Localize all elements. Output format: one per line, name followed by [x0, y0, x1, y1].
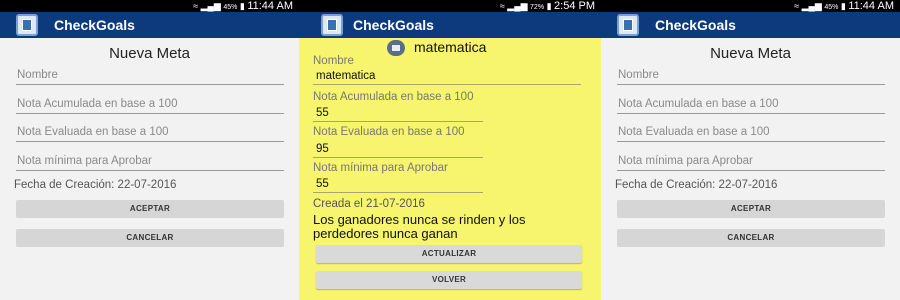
evaluated-grade-underline	[313, 157, 483, 158]
app-logo-icon	[321, 14, 343, 36]
accept-button[interactable]: ACEPTAR	[617, 200, 885, 218]
wifi-icon: ≈	[794, 1, 800, 11]
evaluated-grade-input[interactable]: Nota Evaluada en base a 100	[618, 126, 770, 138]
app-title: CheckGoals	[54, 17, 135, 33]
accumulated-grade-input[interactable]: Nota Acumulada en base a 100	[618, 98, 778, 110]
battery-percent: 72%	[530, 4, 545, 11]
creation-date: Fecha de Creación: 22-07-2016	[14, 179, 177, 191]
clock: 2:54 PM	[554, 0, 595, 12]
name-input[interactable]: Nombre	[17, 69, 58, 81]
back-button[interactable]: VOLVER	[316, 271, 582, 289]
evaluated-grade-underline	[617, 141, 885, 142]
min-pass-grade-input[interactable]: 55	[316, 178, 329, 190]
status-bar: ≈ ▂▄▆ 72% ▮ 2:54 PM	[299, 0, 601, 12]
evaluated-grade-label: Nota Evaluada en base a 100	[313, 126, 465, 138]
min-pass-grade-underline	[617, 170, 885, 171]
app-bar: CheckGoals	[0, 12, 299, 38]
min-pass-grade-input[interactable]: Nota mínima para Aprobar	[618, 155, 753, 167]
cancel-button[interactable]: CANCELAR	[16, 229, 284, 247]
name-label: Nombre	[313, 55, 354, 67]
min-pass-grade-underline	[16, 170, 284, 171]
accumulated-grade-underline	[617, 113, 885, 114]
accumulated-grade-input[interactable]: Nota Acumulada en base a 100	[17, 98, 177, 110]
cancel-button[interactable]: CANCELAR	[617, 229, 885, 247]
evaluated-grade-underline	[16, 141, 284, 142]
app-title: CheckGoals	[353, 17, 434, 33]
battery-icon: ▮	[840, 1, 846, 11]
page-title: Nueva Meta	[710, 45, 791, 62]
name-input[interactable]: matematica	[316, 70, 375, 82]
accumulated-grade-input[interactable]: 55	[316, 107, 329, 119]
accumulated-grade-underline	[16, 113, 284, 114]
battery-icon: ▮	[546, 1, 552, 11]
signal-icon: ▂▄▆	[801, 1, 822, 11]
status-bar: ≈ ▂▄▆ 45% ▮ 11:44 AM	[601, 0, 900, 12]
name-input[interactable]: Nombre	[618, 69, 659, 81]
status-bar: ≈ ▂▄▆ 45% ▮ 11:44 AM	[0, 0, 299, 12]
screen-new-goal-2: ≈ ▂▄▆ 45% ▮ 11:44 AM CheckGoals Nueva Me…	[601, 0, 900, 300]
min-pass-grade-underline	[313, 192, 483, 193]
battery-icon: ▮	[239, 1, 245, 11]
min-pass-grade-label: Nota mínima para Aprobar	[313, 162, 448, 174]
wifi-icon: ≈	[499, 1, 505, 11]
app-logo-icon	[617, 14, 639, 36]
signal-icon: ▂▄▆	[200, 1, 221, 11]
update-button[interactable]: ACTUALIZAR	[316, 245, 582, 263]
screenshot-triptych: ≈ ▂▄▆ 45% ▮ 11:44 AM CheckGoals Nueva Me…	[0, 0, 900, 300]
motivational-quote: Los ganadores nunca se rinden y los perd…	[313, 212, 526, 241]
screen-new-goal-1: ≈ ▂▄▆ 45% ▮ 11:44 AM CheckGoals Nueva Me…	[0, 0, 299, 300]
accept-button[interactable]: ACEPTAR	[16, 200, 284, 218]
created-date: Creada el 21-07-2016	[313, 198, 425, 210]
evaluated-grade-input[interactable]: Nota Evaluada en base a 100	[17, 126, 169, 138]
app-bar: CheckGoals	[299, 12, 601, 38]
signal-icon: ▂▄▆	[507, 1, 528, 11]
creation-date: Fecha de Creación: 22-07-2016	[615, 179, 778, 191]
accumulated-grade-underline	[313, 121, 483, 122]
screen-goal-detail: ≈ ▂▄▆ 72% ▮ 2:54 PM CheckGoals matematic…	[299, 0, 601, 300]
min-pass-grade-input[interactable]: Nota mínima para Aprobar	[17, 155, 152, 167]
app-logo-icon	[16, 14, 38, 36]
name-underline	[313, 84, 581, 85]
name-input-underline	[617, 84, 885, 85]
clock: 11:44 AM	[848, 0, 894, 12]
page-title: Nueva Meta	[109, 45, 190, 62]
battery-percent: 45%	[223, 4, 238, 11]
clock: 11:44 AM	[247, 0, 293, 12]
app-bar: CheckGoals	[601, 12, 900, 38]
goal-name-heading: matematica	[414, 39, 487, 55]
evaluated-grade-input[interactable]: 95	[316, 143, 329, 155]
goal-icon	[387, 40, 405, 56]
battery-percent: 45%	[824, 4, 839, 11]
name-input-underline	[16, 84, 284, 85]
accumulated-grade-label: Nota Acumulada en base a 100	[313, 91, 474, 103]
app-title: CheckGoals	[655, 17, 736, 33]
wifi-icon: ≈	[193, 1, 199, 11]
